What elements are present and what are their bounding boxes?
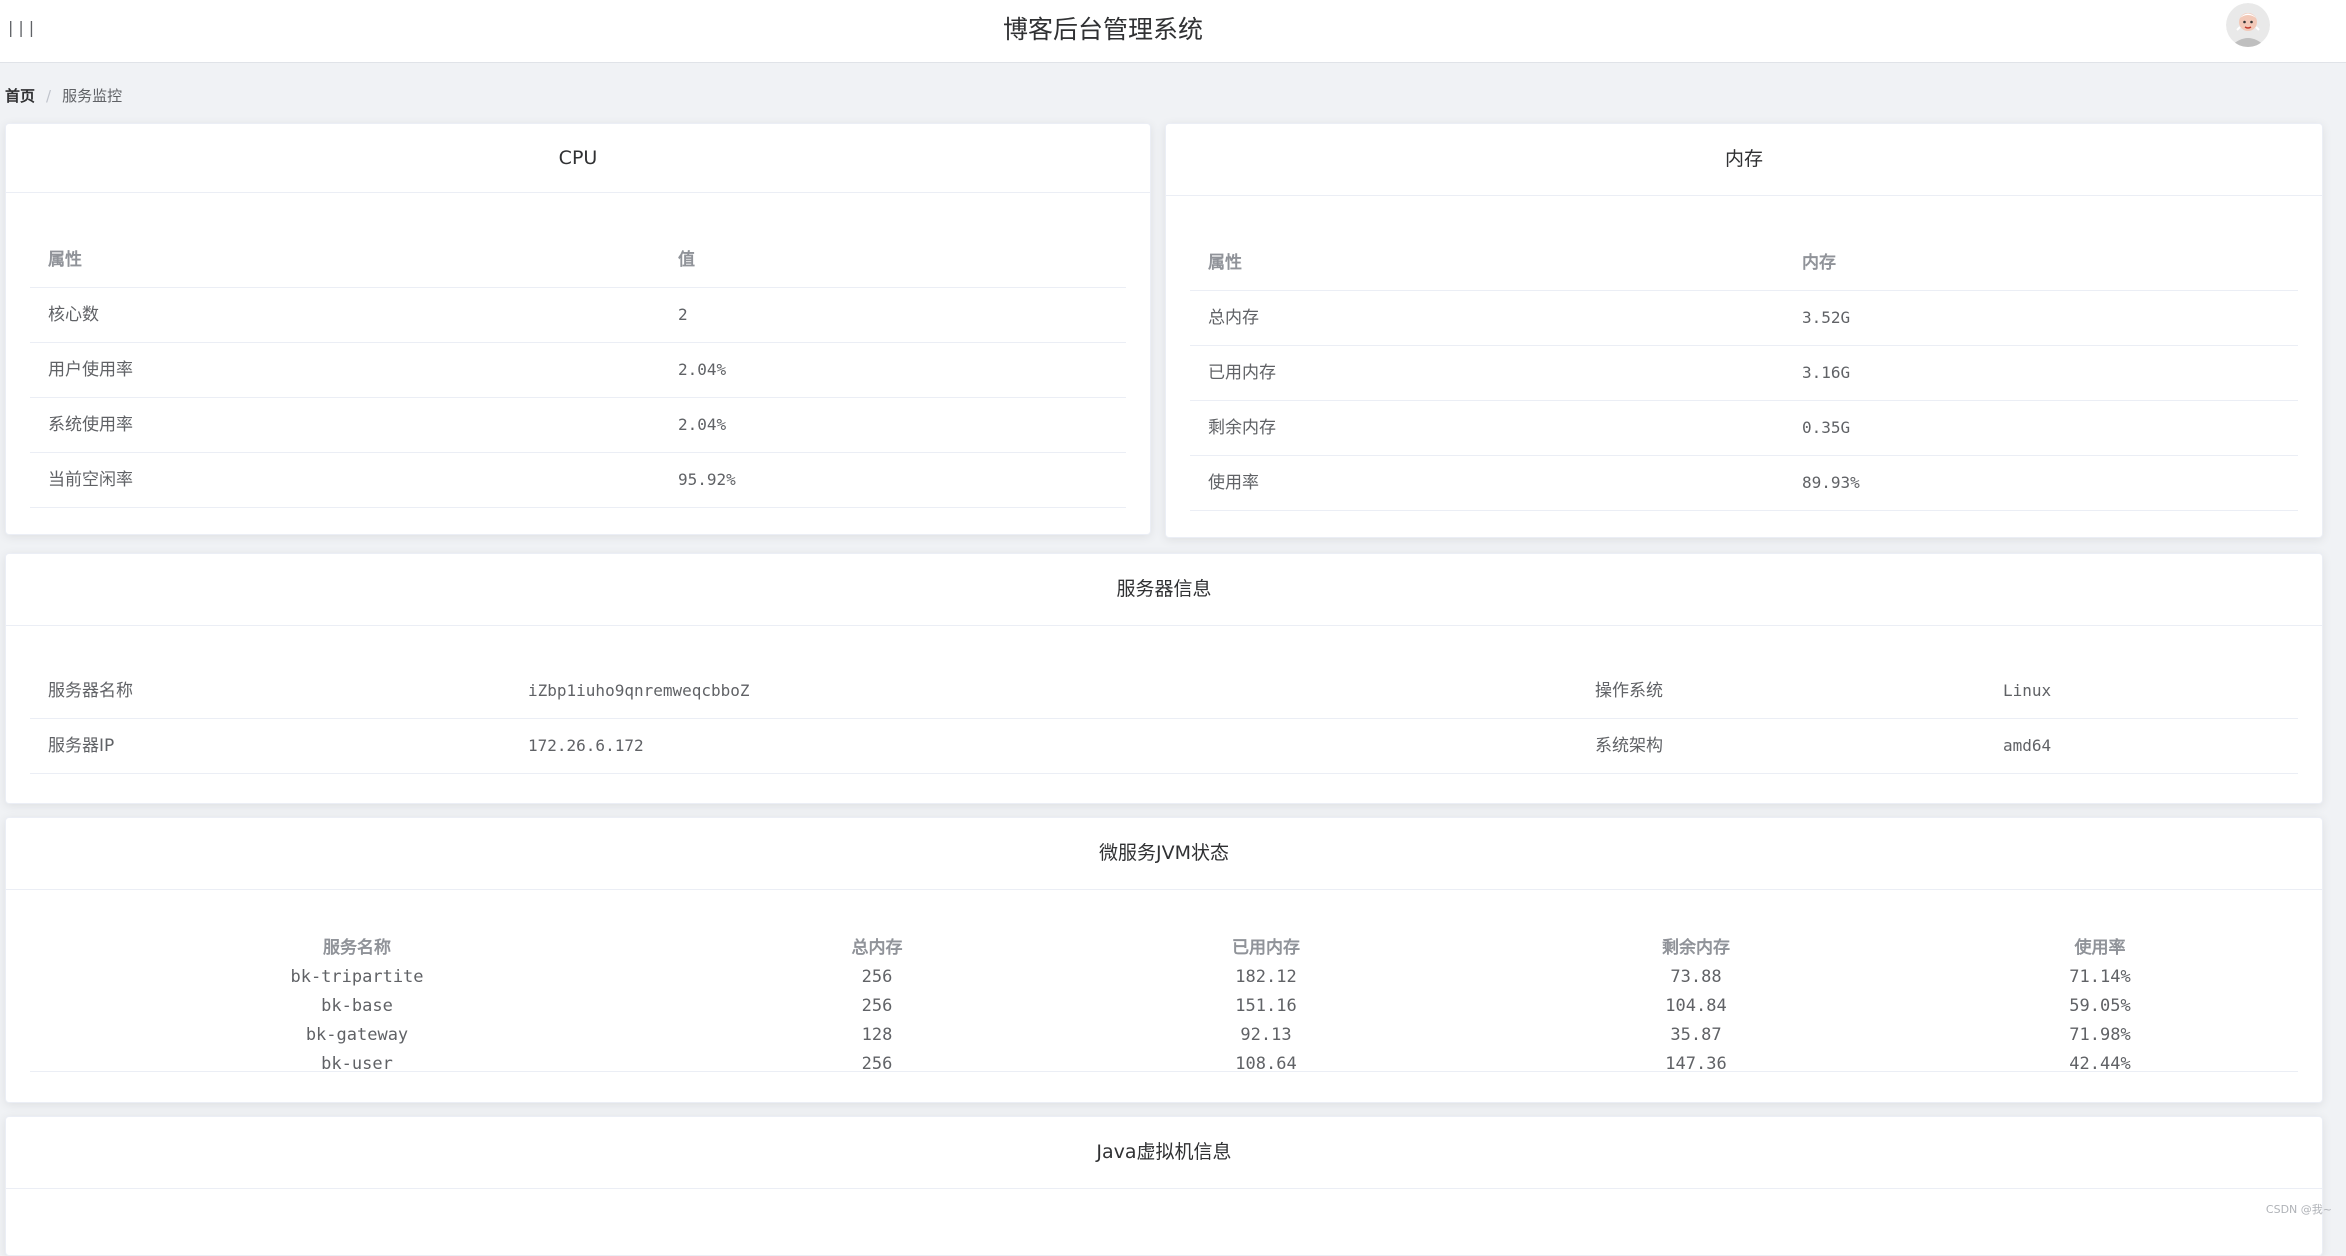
jvm-col-service: 服务名称 xyxy=(323,938,391,958)
jvm-usage: 71.98% xyxy=(2069,1025,2131,1045)
java-vm-card: Java虚拟机信息 xyxy=(5,1116,2323,1256)
jvm-status-card: 微服务JVM状态 服务名称 总内存 已用内存 剩余内存 使用率 bk-tripa… xyxy=(5,817,2323,1103)
jvm-col-used: 已用内存 xyxy=(1232,938,1300,958)
breadcrumb-current: 服务监控 xyxy=(62,87,123,105)
table-row: 服务器IP 172.26.6.172 系统架构 amd64 xyxy=(30,719,2298,774)
table-row: 使用率 89.93% xyxy=(1190,456,2298,511)
table-row: 用户使用率 2.04% xyxy=(30,343,1126,398)
watermark-text: CSDN @我~ xyxy=(2265,1203,2332,1216)
memory-row-value: 3.52G xyxy=(1802,308,1851,327)
cpu-table: 属性 值 核心数 2 用户使用率 2.04% 系统使用率 2.04% 当前空闲率… xyxy=(30,233,1126,508)
cpu-col-value: 值 xyxy=(678,250,695,270)
os-label: 操作系统 xyxy=(1595,681,1663,701)
jvm-free: 147.36 xyxy=(1665,1054,1727,1074)
server-info-card: 服务器信息 服务器名称 iZbp1iuho9qnremweqcbboZ 操作系统… xyxy=(5,553,2323,804)
server-name-value: iZbp1iuho9qnremweqcbboZ xyxy=(528,681,750,700)
server-name-label: 服务器名称 xyxy=(48,681,133,701)
java-vm-title: Java虚拟机信息 xyxy=(6,1117,2322,1189)
table-row: 总内存 3.52G xyxy=(1190,291,2298,346)
cpu-table-header: 属性 值 xyxy=(30,233,1126,288)
memory-row-value: 3.16G xyxy=(1802,363,1851,382)
jvm-service-name: bk-base xyxy=(321,996,393,1016)
memory-col-value: 内存 xyxy=(1802,253,1836,273)
table-row: 核心数 2 xyxy=(30,288,1126,343)
cpu-row-label: 核心数 xyxy=(48,305,99,325)
arch-label: 系统架构 xyxy=(1595,736,1663,756)
table-row: bk-base 256 151.16 104.84 59.05% xyxy=(30,992,2298,1021)
breadcrumb-separator: / xyxy=(46,87,52,105)
jvm-col-total: 总内存 xyxy=(851,938,903,958)
breadcrumb-home[interactable]: 首页 xyxy=(5,87,35,105)
table-row: bk-tripartite 256 182.12 73.88 71.14% xyxy=(30,963,2298,992)
jvm-used: 92.13 xyxy=(1240,1025,1292,1045)
table-row: bk-user 256 108.64 147.36 42.44% xyxy=(30,1050,2298,1079)
cpu-row-value: 95.92% xyxy=(678,470,736,489)
cpu-card-title: CPU xyxy=(6,124,1150,193)
cpu-row-value: 2.04% xyxy=(678,360,727,379)
cpu-card: CPU 属性 值 核心数 2 用户使用率 2.04% 系统使用率 2.04% 当… xyxy=(5,123,1151,535)
top-header: ||| 博客后台管理系统 xyxy=(0,0,2346,63)
cpu-row-label: 系统使用率 xyxy=(48,415,133,435)
jvm-used: 108.64 xyxy=(1235,1054,1297,1074)
jvm-service-name: bk-user xyxy=(321,1054,393,1074)
jvm-status-title: 微服务JVM状态 xyxy=(6,818,2322,890)
memory-row-label: 总内存 xyxy=(1208,308,1259,328)
jvm-used: 182.12 xyxy=(1235,967,1297,987)
jvm-used: 151.16 xyxy=(1235,996,1297,1016)
cpu-row-value: 2.04% xyxy=(678,415,727,434)
server-ip-value: 172.26.6.172 xyxy=(528,736,644,755)
jvm-usage: 71.14% xyxy=(2069,967,2131,987)
table-row: 服务器名称 iZbp1iuho9qnremweqcbboZ 操作系统 Linux xyxy=(30,664,2298,719)
memory-row-value: 0.35G xyxy=(1802,418,1851,437)
memory-card-title: 内存 xyxy=(1166,124,2322,196)
jvm-col-usage: 使用率 xyxy=(2074,938,2126,958)
jvm-table-header: 服务名称 总内存 已用内存 剩余内存 使用率 xyxy=(30,934,2298,963)
table-row: 剩余内存 0.35G xyxy=(1190,401,2298,456)
jvm-total: 256 xyxy=(861,1054,893,1074)
table-row: bk-gateway 128 92.13 35.87 71.98% xyxy=(30,1021,2298,1050)
jvm-service-name: bk-tripartite xyxy=(290,967,424,987)
memory-row-label: 已用内存 xyxy=(1208,363,1276,383)
jvm-table: 服务名称 总内存 已用内存 剩余内存 使用率 bk-tripartite 256… xyxy=(30,934,2298,1079)
breadcrumb: 首页 / 服务监控 xyxy=(5,85,122,106)
memory-row-label: 使用率 xyxy=(1208,473,1259,493)
table-row: 系统使用率 2.04% xyxy=(30,398,1126,453)
cpu-row-label: 当前空闲率 xyxy=(48,470,133,490)
jvm-col-free: 剩余内存 xyxy=(1662,938,1730,958)
arch-value: amd64 xyxy=(2003,736,2052,755)
memory-row-value: 89.93% xyxy=(1802,473,1860,492)
os-value: Linux xyxy=(2003,681,2052,700)
table-row: 当前空闲率 95.92% xyxy=(30,453,1126,508)
table-divider xyxy=(30,1071,2298,1072)
memory-table-header: 属性 内存 xyxy=(1190,236,2298,291)
cpu-col-attr: 属性 xyxy=(48,250,82,270)
jvm-total: 128 xyxy=(861,1025,893,1045)
server-ip-label: 服务器IP xyxy=(48,736,115,756)
jvm-free: 73.88 xyxy=(1670,967,1722,987)
app-title: 博客后台管理系统 xyxy=(1002,15,1203,44)
memory-col-attr: 属性 xyxy=(1208,253,1242,273)
jvm-usage: 59.05% xyxy=(2069,996,2131,1016)
cpu-row-value: 2 xyxy=(678,305,688,324)
jvm-free: 35.87 xyxy=(1670,1025,1722,1045)
server-info-title: 服务器信息 xyxy=(6,554,2322,626)
cpu-row-label: 用户使用率 xyxy=(48,360,133,380)
server-info-table: 服务器名称 iZbp1iuho9qnremweqcbboZ 操作系统 Linux… xyxy=(30,664,2298,774)
memory-table: 属性 内存 总内存 3.52G 已用内存 3.16G 剩余内存 0.35G 使用… xyxy=(1190,236,2298,511)
jvm-total: 256 xyxy=(861,967,893,987)
jvm-free: 104.84 xyxy=(1665,996,1727,1016)
jvm-service-name: bk-gateway xyxy=(305,1025,409,1045)
memory-row-label: 剩余内存 xyxy=(1208,418,1276,438)
memory-card: 内存 属性 内存 总内存 3.52G 已用内存 3.16G 剩余内存 0.35G… xyxy=(1165,123,2323,538)
jvm-usage: 42.44% xyxy=(2069,1054,2131,1074)
user-avatar-icon[interactable] xyxy=(2226,3,2270,47)
table-row: 已用内存 3.16G xyxy=(1190,346,2298,401)
jvm-total: 256 xyxy=(861,996,893,1016)
